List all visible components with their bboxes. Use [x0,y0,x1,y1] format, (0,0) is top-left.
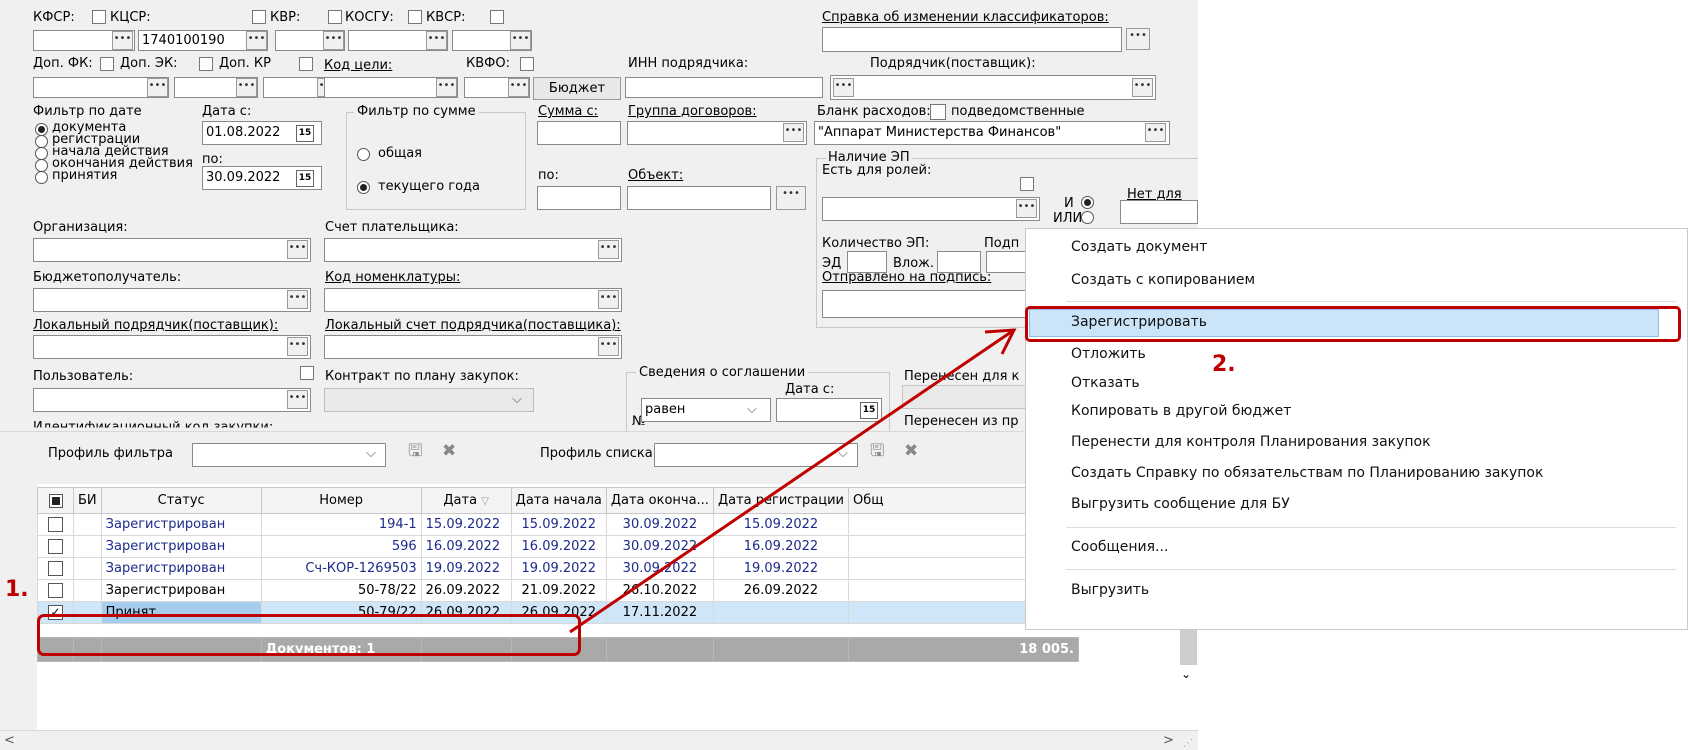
arrow-line [569,328,1015,634]
annotation-arrow [569,328,1017,634]
